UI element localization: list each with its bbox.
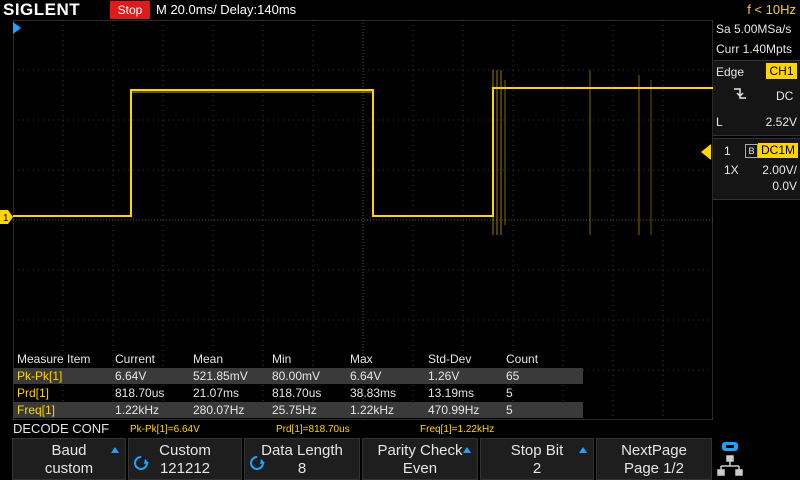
softkey-label: Custom: [159, 442, 211, 459]
inline-measure: Freq[1]=1.22kHz: [420, 424, 495, 435]
measure-header: Current: [115, 352, 156, 366]
measure-cell: 65: [506, 369, 520, 383]
rising-edge-icon: [734, 88, 746, 99]
measure-cell: 38.83ms: [350, 386, 397, 400]
measure-cell: 21.07ms: [193, 386, 240, 400]
menu-title: DECODE CONF: [13, 421, 110, 436]
softkey-data-length[interactable]: Data Length 8: [244, 438, 360, 480]
measure-header: Max: [350, 352, 373, 366]
measure-cell: 80.00mV: [272, 369, 321, 383]
sample-rate: Sa 5.00MSa/s: [716, 22, 792, 36]
memory-depth: Curr 1.40Mpts: [716, 42, 793, 56]
channel-number: 1: [724, 144, 731, 158]
measure-header-row: Measure Item Current Mean Min Max Std-De…: [13, 351, 583, 367]
inline-measure: Prd[1]=818.70us: [276, 424, 350, 435]
measure-cell: 521.85mV: [193, 369, 248, 383]
measure-item: Prd[1]: [17, 386, 50, 400]
measure-header: Measure Item: [17, 352, 91, 366]
network-icon: [717, 455, 743, 476]
frequency-counter: f < 10Hz: [747, 2, 796, 17]
ch1-offset-marker[interactable]: 1: [0, 210, 13, 224]
softkey-label: Parity Check: [377, 442, 463, 459]
measure-item: Freq[1]: [17, 403, 56, 417]
table-row: Prd[1] 818.70us 21.07ms 818.70us 38.83ms…: [13, 385, 583, 401]
measure-cell: 280.07Hz: [193, 403, 245, 417]
softkey-label: NextPage: [621, 442, 687, 459]
softkey-value: Page 1/2: [623, 460, 685, 477]
measure-header: Std-Dev: [428, 352, 472, 366]
vertical-scale: 2.00V/: [762, 163, 797, 177]
softkey-value: custom: [44, 460, 94, 477]
measure-cell: 13.19ms: [428, 386, 475, 400]
measure-cell: 5: [506, 386, 513, 400]
softkey-value: 121212: [159, 460, 211, 477]
decode-menu-bar: [0, 420, 800, 438]
measure-cell: 1.22kHz: [115, 403, 160, 417]
measure-header: Count: [506, 352, 539, 366]
menu-arrow-icon: [579, 447, 587, 453]
measure-cell: 6.64V: [115, 369, 147, 383]
trigger-source: CH1: [766, 63, 797, 79]
table-row: Freq[1] 1.22kHz 280.07Hz 25.75Hz 1.22kHz…: [13, 402, 583, 418]
brand-logo: SIGLENT: [3, 0, 81, 19]
measure-cell: 818.70us: [272, 386, 322, 400]
softkey-value: 8: [297, 460, 307, 477]
measure-cell: 470.99Hz: [428, 403, 480, 417]
softkey-label: Baud: [51, 442, 87, 459]
table-row: Pk-Pk[1] 6.64V 521.85mV 80.00mV 6.64V 1.…: [13, 368, 583, 384]
measure-cell: 25.75Hz: [272, 403, 317, 417]
softkey-stop-bit[interactable]: Stop Bit 2: [480, 438, 594, 480]
measure-table: Measure Item Current Mean Min Max Std-De…: [13, 350, 583, 420]
ch1-marker-label: 1: [3, 213, 9, 224]
measure-header: Mean: [193, 352, 224, 366]
softkey-custom[interactable]: Custom 121212: [128, 438, 242, 480]
measure-cell: 5: [506, 403, 513, 417]
measure-item: Pk-Pk[1]: [17, 369, 63, 383]
inline-measure: Pk-Pk[1]=6.64V: [130, 424, 200, 435]
probe-ratio: 1X: [724, 163, 739, 177]
usb-icon: [722, 442, 738, 451]
measure-cell: 1.26V: [428, 369, 460, 383]
softkey-label: Data Length: [261, 442, 343, 459]
measure-cell: 818.70us: [115, 386, 165, 400]
softkey-label: Stop Bit: [510, 442, 564, 459]
trigger-position-icon[interactable]: [13, 22, 21, 34]
trigger-type: Edge: [716, 65, 745, 79]
trigger-level-arrow-icon: [701, 144, 711, 160]
channel-coupling: DC1M: [758, 143, 798, 158]
softkey-value: 2: [532, 460, 542, 477]
status-icons: [717, 442, 743, 476]
trigger-coupling: DC: [776, 89, 794, 103]
softkey-value: Even: [402, 460, 438, 477]
measure-cell: 1.22kHz: [350, 403, 395, 417]
measure-cell: 6.64V: [350, 369, 382, 383]
softkey-baud[interactable]: Baud custom: [12, 438, 126, 480]
bandwidth-limit-badge: B: [745, 144, 758, 158]
measure-header: Min: [272, 352, 292, 366]
softkey-next-page[interactable]: NextPage Page 1/2: [596, 438, 712, 480]
menu-arrow-icon: [463, 447, 471, 453]
trigger-level: 2.52V: [765, 115, 797, 129]
menu-arrow-icon: [111, 447, 119, 453]
run-stop-status[interactable]: Stop: [110, 1, 150, 19]
trigger-level-label: L: [716, 115, 723, 129]
softkey-parity-check[interactable]: Parity Check Even: [362, 438, 478, 480]
timebase-readout: M 20.0ms/ Delay:140ms: [156, 2, 297, 17]
vertical-offset: 0.0V: [772, 179, 797, 193]
